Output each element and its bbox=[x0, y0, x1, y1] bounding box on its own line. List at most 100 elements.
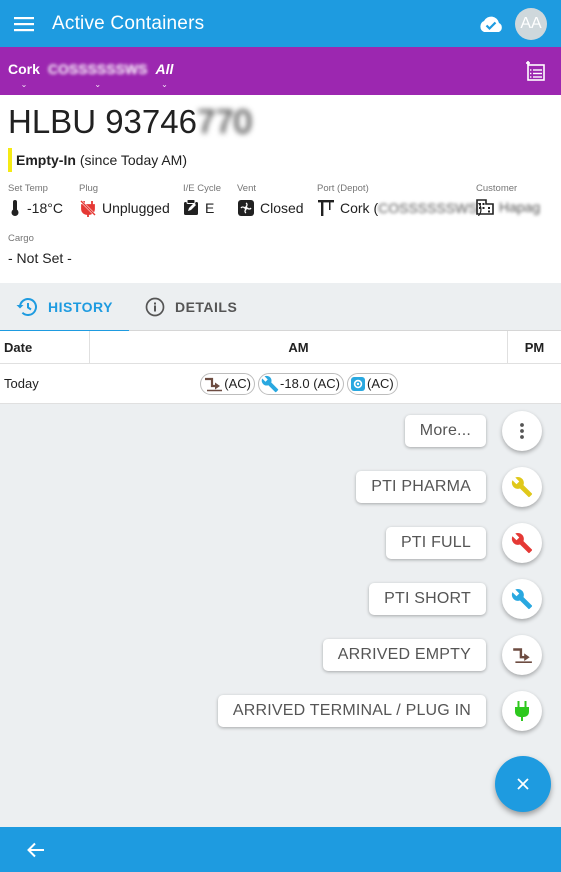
status-label: Empty-In bbox=[16, 152, 76, 168]
plug-field: Plug Unplugged bbox=[79, 183, 170, 217]
status-color-bar bbox=[8, 148, 12, 172]
history-icon bbox=[16, 298, 37, 316]
thermometer-icon bbox=[11, 200, 19, 216]
arrived-empty-icon bbox=[513, 648, 532, 663]
event-chip-text: -18.0 (AC) bbox=[280, 376, 340, 391]
list-view-button[interactable] bbox=[521, 57, 549, 85]
caret-down-icon: ⌄ bbox=[161, 80, 168, 89]
cloud-done-icon bbox=[480, 16, 502, 32]
set-temp-value: -18°C bbox=[27, 200, 63, 216]
hamburger-icon bbox=[14, 16, 34, 31]
crane-icon bbox=[318, 200, 334, 216]
header-date: Date bbox=[0, 331, 90, 363]
arrived-empty-button[interactable] bbox=[502, 635, 542, 675]
plug-icon bbox=[515, 701, 529, 721]
tab-details-label: DETAILS bbox=[174, 299, 238, 315]
wrench-icon bbox=[511, 589, 533, 610]
page-title: Active Containers bbox=[52, 12, 205, 34]
wrench-icon bbox=[511, 533, 533, 554]
speed-dial-pti-short: PTI SHORT bbox=[369, 579, 542, 619]
pti-pharma-label[interactable]: PTI PHARMA bbox=[356, 471, 486, 503]
row-date: Today bbox=[4, 376, 39, 391]
info-icon bbox=[145, 297, 165, 317]
more-label[interactable]: More... bbox=[404, 415, 486, 447]
arrived-empty-icon bbox=[205, 377, 223, 391]
ie-cycle-value: E bbox=[205, 199, 215, 216]
cargo-field: Cargo - Not Set - bbox=[8, 233, 72, 266]
speed-dial-arrived-terminal: ARRIVED TERMINAL / PLUG IN bbox=[217, 691, 542, 731]
more-button[interactable] bbox=[502, 411, 542, 451]
status-since: (since Today AM) bbox=[79, 152, 188, 168]
pti-full-label[interactable]: PTI FULL bbox=[385, 527, 486, 559]
fan-icon bbox=[238, 200, 254, 216]
pti-short-label[interactable]: PTI SHORT bbox=[369, 583, 486, 615]
event-chip-settings[interactable]: (AC) bbox=[346, 372, 398, 395]
customer-field: Customer Hapag bbox=[476, 183, 540, 215]
filter-bar: Cork ⌄ COSSSSSSWS ⌄ All ⌄ bbox=[0, 47, 561, 95]
close-icon bbox=[517, 778, 529, 790]
arrived-terminal-button[interactable] bbox=[502, 691, 542, 731]
caret-down-icon: ⌄ bbox=[20, 80, 28, 89]
plug-label: Plug bbox=[79, 183, 99, 194]
location-filter-label: Cork bbox=[8, 61, 40, 77]
pti-short-button[interactable] bbox=[502, 579, 542, 619]
row-am-events: (AC) -18.0 (AC) (AC) bbox=[90, 372, 508, 395]
port-value-prefix: Cork ( bbox=[340, 200, 379, 216]
arrived-terminal-label[interactable]: ARRIVED TERMINAL / PLUG IN bbox=[217, 695, 486, 727]
close-speed-dial-button[interactable] bbox=[495, 756, 551, 812]
bottom-bar bbox=[0, 827, 561, 872]
customer-label: Customer bbox=[476, 183, 518, 194]
status-line: Empty-In (since Today AM) bbox=[8, 148, 187, 172]
app-bar: Active Containers AA bbox=[0, 0, 561, 47]
port-value-obscured: COSSSSSSWS bbox=[378, 200, 478, 216]
ie-cycle-field: I/E Cycle E bbox=[183, 183, 221, 216]
arrow-back-icon bbox=[27, 842, 44, 857]
set-temp-field: Set Temp -18°C bbox=[8, 183, 63, 217]
back-button[interactable] bbox=[14, 828, 58, 872]
gear-icon bbox=[350, 376, 365, 391]
tab-history[interactable]: HISTORY bbox=[0, 283, 129, 332]
building-icon bbox=[476, 199, 494, 215]
set-temp-label: Set Temp bbox=[8, 183, 48, 194]
header-pm: PM bbox=[524, 339, 545, 355]
vent-value: Closed bbox=[260, 200, 304, 216]
event-chip-text: (AC) bbox=[366, 376, 394, 391]
scope-filter-label: All bbox=[155, 61, 174, 77]
speed-dial-pti-pharma: PTI PHARMA bbox=[356, 467, 542, 507]
wrench-icon bbox=[261, 375, 279, 392]
port-label: Port (Depot) bbox=[317, 183, 369, 194]
table-row: Today (AC) -18.0 (AC) (AC) bbox=[0, 364, 561, 404]
cargo-label: Cargo bbox=[8, 233, 34, 244]
tab-history-label: HISTORY bbox=[48, 299, 113, 315]
container-number-obscured: 770 bbox=[196, 103, 253, 140]
edit-box-icon bbox=[184, 199, 198, 215]
caret-down-icon: ⌄ bbox=[94, 80, 102, 89]
scope-filter[interactable]: All ⌄ bbox=[155, 61, 174, 89]
event-chip-pti[interactable]: -18.0 (AC) bbox=[258, 372, 344, 395]
header-am: AM bbox=[90, 331, 508, 363]
tab-details[interactable]: DETAILS bbox=[129, 283, 253, 331]
plug-value: Unplugged bbox=[102, 200, 170, 216]
menu-button[interactable] bbox=[0, 0, 48, 47]
container-number-visible: HLBU 93746 bbox=[8, 103, 197, 140]
pti-pharma-button[interactable] bbox=[502, 467, 542, 507]
customer-filter[interactable]: COSSSSSSWS ⌄ bbox=[48, 61, 148, 89]
pti-full-button[interactable] bbox=[502, 523, 542, 563]
container-card: HLBU 93746770 Empty-In (since Today AM) … bbox=[0, 95, 561, 283]
arrived-empty-label[interactable]: ARRIVED EMPTY bbox=[322, 639, 486, 671]
tab-bar: HISTORY DETAILS bbox=[0, 283, 561, 332]
ie-cycle-label: I/E Cycle bbox=[183, 183, 222, 194]
vent-label: Vent bbox=[237, 183, 257, 194]
history-table: Date AM PM Today (AC) -18.0 (AC) (AC) bbox=[0, 331, 561, 404]
sync-button[interactable] bbox=[471, 4, 511, 44]
location-filter[interactable]: Cork ⌄ bbox=[8, 61, 40, 89]
user-avatar[interactable]: AA bbox=[515, 7, 547, 40]
event-chip-text: (AC) bbox=[224, 376, 252, 391]
speed-dial-more: More... bbox=[404, 411, 542, 451]
more-vert-icon bbox=[520, 423, 524, 439]
cargo-value: - Not Set - bbox=[8, 250, 72, 266]
speed-dial-pti-full: PTI FULL bbox=[385, 523, 542, 563]
event-chip-arrived-empty[interactable]: (AC) bbox=[200, 372, 256, 395]
power-off-icon bbox=[80, 200, 96, 217]
wrench-icon bbox=[511, 477, 533, 498]
